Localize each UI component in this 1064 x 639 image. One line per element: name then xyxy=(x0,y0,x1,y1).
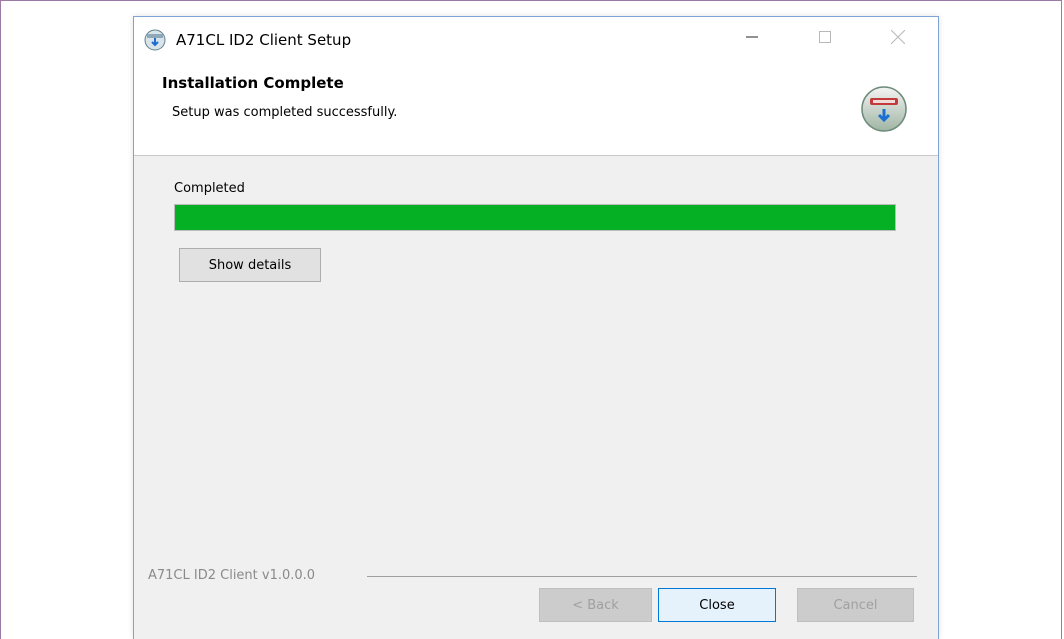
window-title: A71CL ID2 Client Setup xyxy=(176,31,352,49)
maximize-icon xyxy=(819,31,831,43)
back-button[interactable]: < Back xyxy=(539,588,652,622)
header-subtitle: Setup was completed successfully. xyxy=(172,105,398,120)
version-label: A71CL ID2 Client v1.0.0.0 xyxy=(148,568,316,583)
maximize-button[interactable] xyxy=(802,17,848,57)
close-icon xyxy=(891,30,905,44)
setup-window: A71CL ID2 Client Setup Installation Comp… xyxy=(133,16,939,639)
wizard-header: Installation Complete Setup was complete… xyxy=(134,69,938,156)
header-title: Installation Complete xyxy=(162,74,344,92)
footer-divider xyxy=(367,576,917,577)
close-button[interactable]: Close xyxy=(658,588,776,622)
minimize-button[interactable] xyxy=(729,17,775,57)
title-bar[interactable]: A71CL ID2 Client Setup xyxy=(134,17,938,69)
close-window-button[interactable] xyxy=(875,17,921,57)
show-details-button[interactable]: Show details xyxy=(179,248,321,282)
installer-logo-icon xyxy=(861,86,907,132)
minimize-icon xyxy=(746,36,758,38)
cancel-button[interactable]: Cancel xyxy=(797,588,914,622)
progress-bar xyxy=(174,204,896,231)
progress-label: Completed xyxy=(174,181,245,196)
installer-icon xyxy=(144,29,166,51)
progress-fill xyxy=(175,205,895,230)
